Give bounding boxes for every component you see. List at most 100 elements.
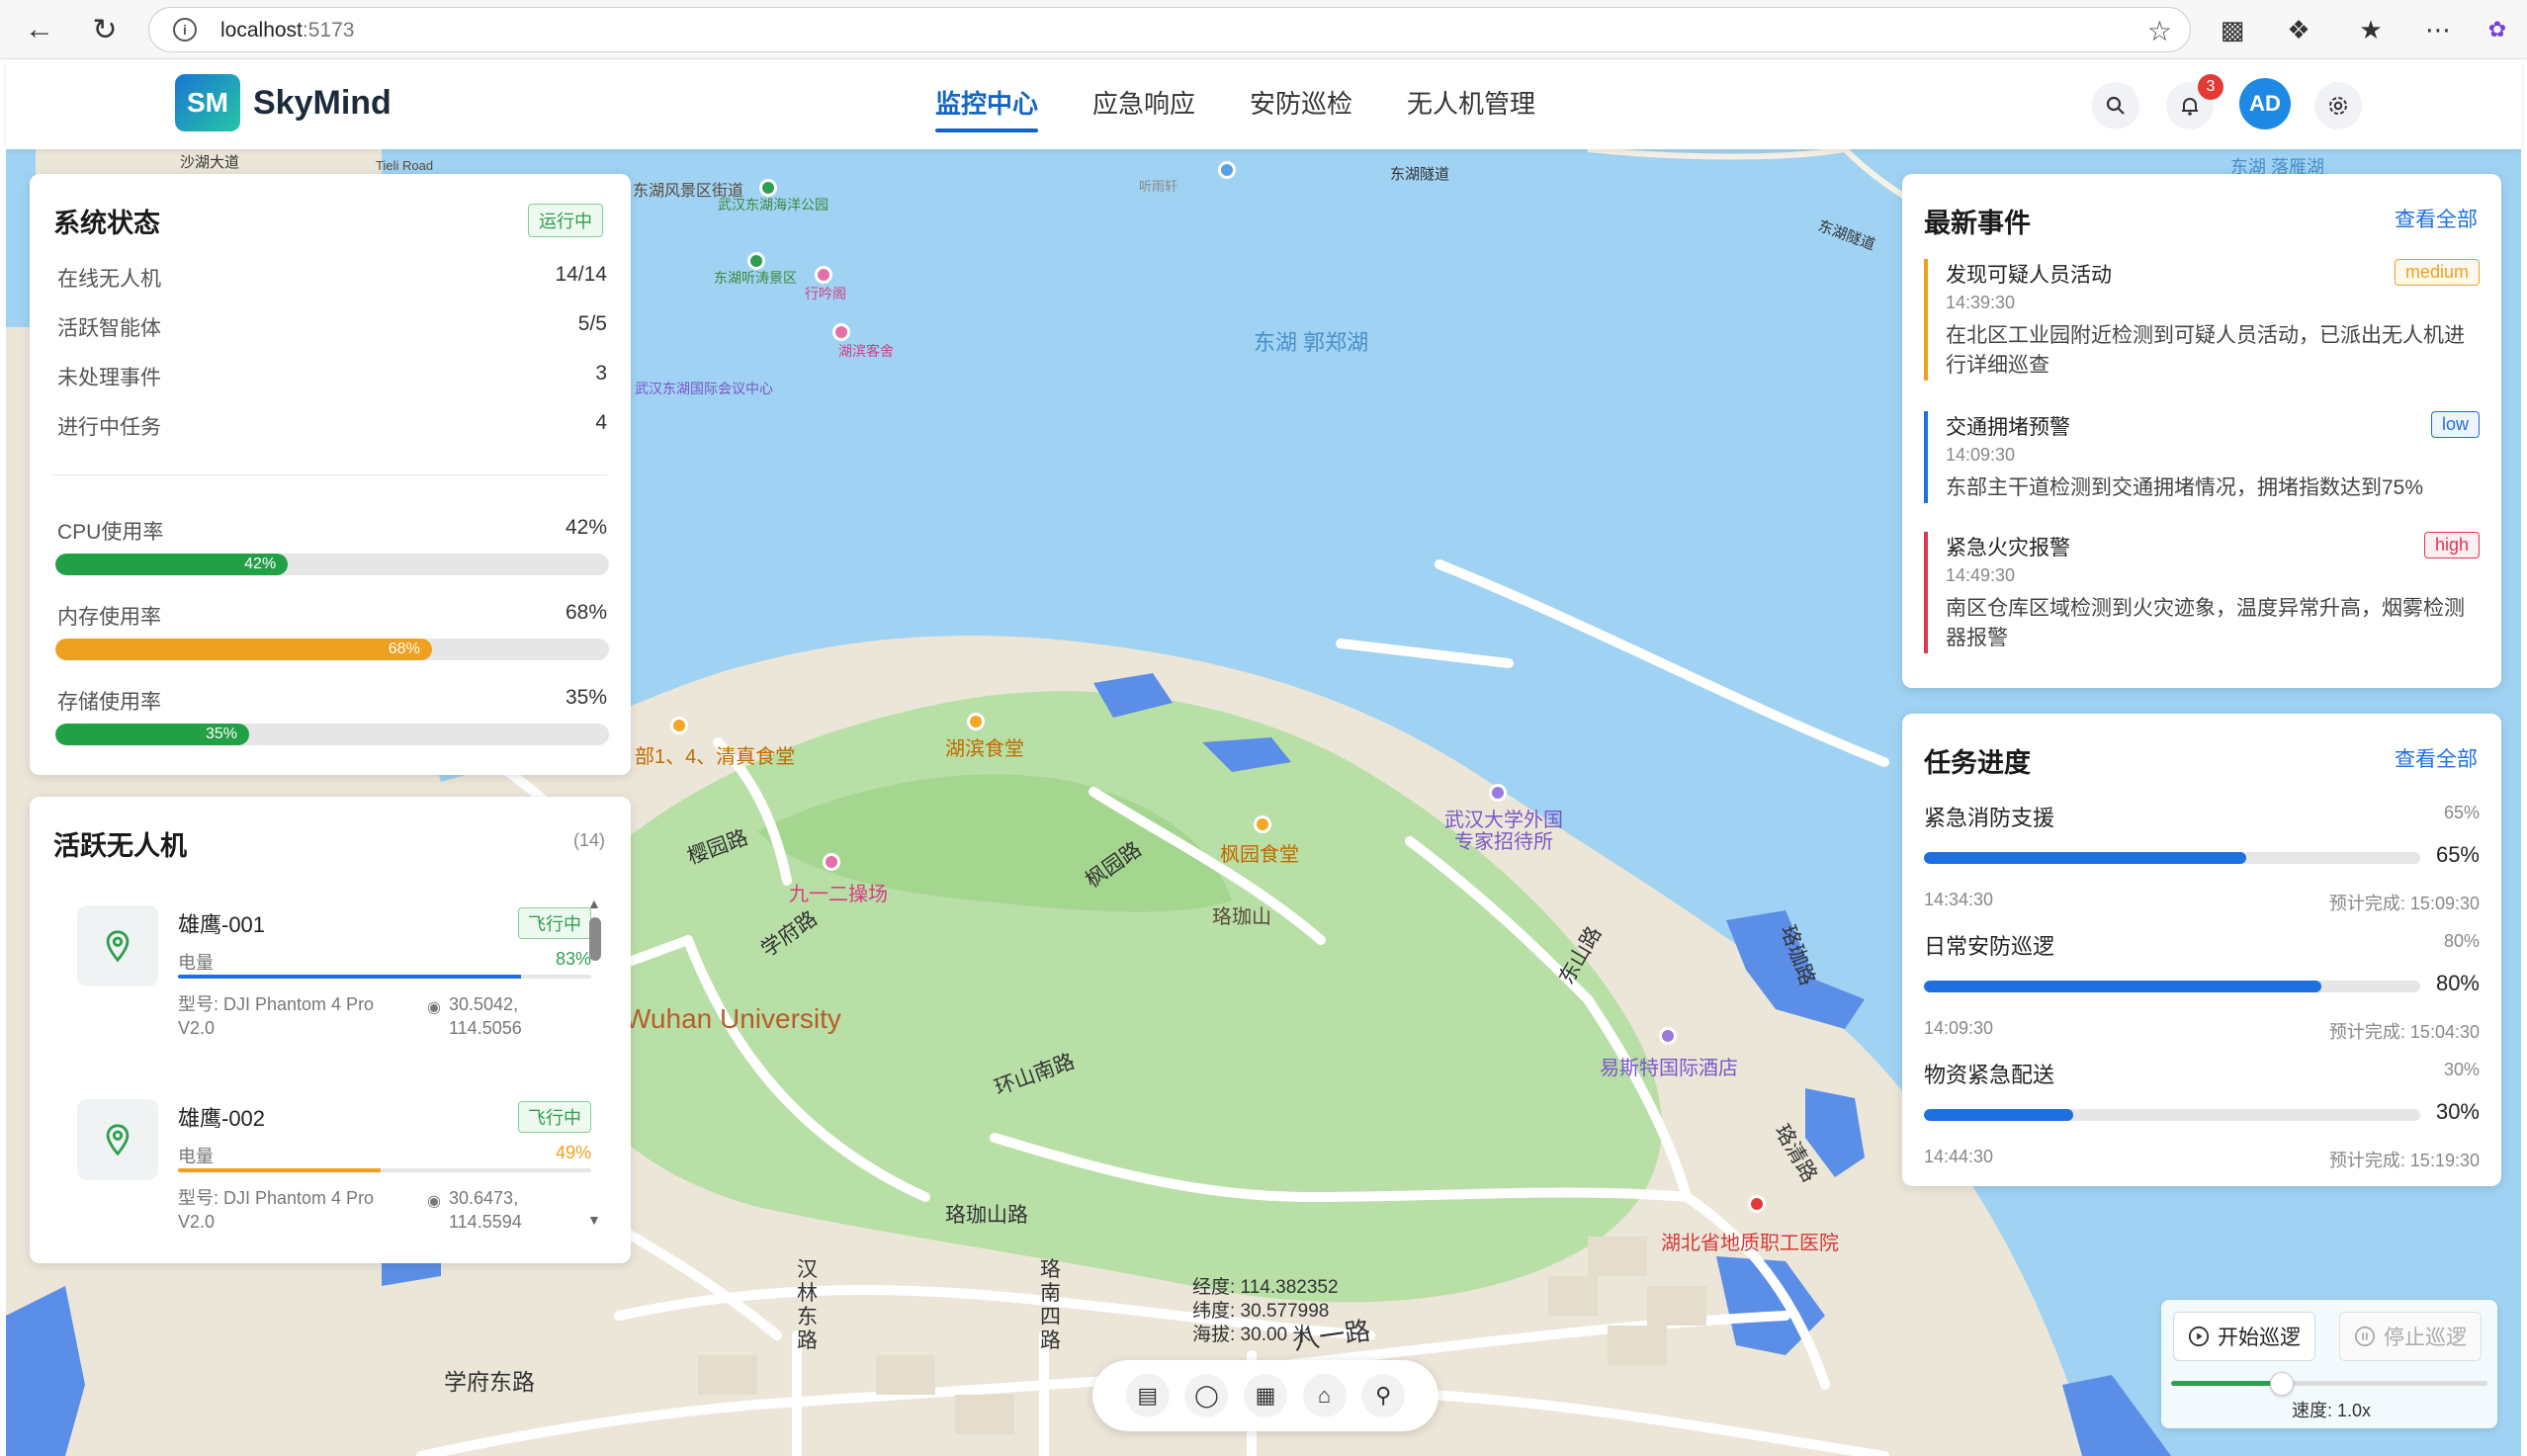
drone-card[interactable]: 雄鹰-002 飞行中 电量 49% 型号: DJI Phantom 4 Pro … <box>77 1089 591 1263</box>
light-button[interactable]: ◯ <box>1184 1374 1229 1417</box>
map-label-road-hanlin: 汉林东路 <box>797 1258 818 1352</box>
drone-card[interactable]: 雄鹰-001 飞行中 电量 83% 型号: DJI Phantom 4 Pro … <box>77 896 591 1073</box>
sports-marker-icon[interactable] <box>823 853 840 871</box>
memory-usage-row: 内存使用率 68% <box>57 601 607 629</box>
copilot-icon[interactable]: ✿ <box>2480 12 2515 47</box>
map-label-tunnel: 东湖隧道 <box>1390 166 1450 183</box>
storage-usage-bar: 35% <box>55 724 609 745</box>
task-percent-small: 65% <box>2443 803 2480 822</box>
attraction-marker-icon[interactable] <box>815 266 832 284</box>
site-info-icon[interactable]: i <box>173 18 197 42</box>
hotel-marker-icon[interactable] <box>1489 784 1507 802</box>
cpu-usage-bar: 42% <box>55 554 609 575</box>
nav-drone-management[interactable]: 无人机管理 <box>1407 84 1535 132</box>
layers-button[interactable]: ▤ <box>1125 1374 1170 1417</box>
notifications-button[interactable]: 3 <box>2166 74 2223 129</box>
restaurant-marker-icon[interactable] <box>1254 815 1271 833</box>
event-description: 东部主干道检测到交通拥堵情况，拥堵指数达到75% <box>1946 476 2424 499</box>
map-label-canteen-lake: 湖滨食堂 <box>945 738 1024 760</box>
url-text: localhost:5173 <box>220 19 355 42</box>
map-label-playground: 九一二操场 <box>789 884 888 905</box>
task-progress-bar <box>1924 852 2420 864</box>
map-label-hospital: 湖北省地质职工医院 <box>1661 1233 1839 1254</box>
hospital-marker-icon[interactable] <box>1748 1195 1766 1213</box>
map-toolbar: ▤ ◯ ▦ ⌂ ⚲ <box>1092 1360 1438 1431</box>
task-item[interactable]: 日常安防巡逻 80% 80% 14:09:30 预计完成: 15:04:30 <box>1924 929 2480 1053</box>
start-patrol-button[interactable]: 开始巡逻 <box>2173 1312 2315 1361</box>
task-percent: 65% <box>2435 842 2480 867</box>
reload-icon[interactable]: ↻ <box>87 12 123 47</box>
cpu-usage-row: CPU使用率 42% <box>57 516 607 544</box>
restaurant-marker-icon[interactable] <box>967 713 985 730</box>
event-level-badge: medium <box>2394 259 2480 286</box>
nav-monitor-center[interactable]: 监控中心 <box>935 84 1039 132</box>
extensions-icon[interactable]: ❖ <box>2281 12 2316 47</box>
drone-name: 雄鹰-001 <box>178 912 266 937</box>
event-time: 14:39:30 <box>1946 293 2016 312</box>
nav-security-patrol[interactable]: 安防巡检 <box>1250 84 1352 132</box>
scroll-up-arrow-icon[interactable]: ▲ <box>587 896 601 911</box>
scroll-down-arrow-icon[interactable]: ▼ <box>587 1212 601 1228</box>
search-icon <box>2106 96 2125 115</box>
view-all-events-link[interactable]: 查看全部 <box>2395 204 2478 233</box>
map-label-scenic-street: 东湖风景区街道 <box>633 183 744 200</box>
park-marker-icon[interactable] <box>747 252 765 270</box>
event-item[interactable]: 紧急火灾报警 14:49:30 南区仓库区域检测到火灾迹象，温度异常升高，烟雾检… <box>1924 532 2480 653</box>
restaurant-marker-icon[interactable] <box>670 717 688 734</box>
bookmark-star-icon[interactable]: ☆ <box>2147 15 2172 47</box>
task-item[interactable]: 物资紧急配送 30% 30% 14:44:30 预计完成: 15:19:30 <box>1924 1058 2480 1181</box>
pin-icon: ◉ <box>427 999 441 1016</box>
stat-row-online-drones: 在线无人机 14/14 <box>57 263 607 291</box>
park-marker-icon[interactable] <box>759 179 777 197</box>
drone-coordinates: ◉ 30.6473, 114.5594 <box>427 1188 522 1232</box>
locate-button[interactable]: ⚲ <box>1361 1374 1406 1417</box>
drone-model: 型号: DJI Phantom 4 Pro V2.0 <box>178 994 375 1038</box>
settings-button[interactable] <box>2314 82 2362 129</box>
favorites-icon[interactable]: ★ <box>2353 12 2389 47</box>
grid-button[interactable]: ▦ <box>1243 1374 1287 1417</box>
patrol-control: 开始巡逻 停止巡逻 速度: 1.0x <box>2161 1300 2497 1428</box>
map-label-ocean-park: 武汉东湖海洋公园 <box>718 197 828 213</box>
address-bar[interactable]: i localhost:5173 ☆ <box>148 7 2191 52</box>
drone-location-icon <box>77 905 158 986</box>
scrollbar-thumb[interactable] <box>589 917 601 961</box>
hotel-marker-icon[interactable] <box>1659 1027 1677 1045</box>
task-start-time: 14:34:30 <box>1924 890 1994 909</box>
search-button[interactable] <box>2092 82 2139 129</box>
drone-status-badge: 飞行中 <box>518 907 591 939</box>
weather-marker-icon[interactable] <box>1218 161 1236 179</box>
panel-title: 系统状态 <box>53 209 160 238</box>
speed-label: 速度: 1.0x <box>2292 1401 2372 1420</box>
speed-slider-thumb[interactable] <box>2270 1372 2294 1396</box>
stop-patrol-button[interactable]: 停止巡逻 <box>2339 1312 2482 1361</box>
event-time: 14:09:30 <box>1946 445 2016 465</box>
avatar[interactable]: AD <box>2239 78 2291 129</box>
task-progress-bar <box>1924 981 2420 992</box>
logo-text: SkyMind <box>253 84 392 122</box>
map-label-canteen-fengyuan: 枫园食堂 <box>1220 844 1299 866</box>
map-label-foreign-expert: 武汉大学外国专家招待所 <box>1444 810 1563 853</box>
event-time: 14:49:30 <box>1946 565 2016 585</box>
grid-icon: ▦ <box>1255 1383 1276 1408</box>
task-item[interactable]: 紧急消防支援 65% 65% 14:34:30 预计完成: 15:09:30 <box>1924 801 2480 924</box>
speed-slider[interactable] <box>2171 1372 2487 1396</box>
nav-emergency-response[interactable]: 应急响应 <box>1092 84 1195 132</box>
main-nav: 监控中心 应急响应 安防巡检 无人机管理 <box>935 84 1590 132</box>
split-screen-icon[interactable]: ▩ <box>2215 12 2250 47</box>
home-button[interactable]: ⌂ <box>1302 1374 1347 1417</box>
view-all-tasks-link[interactable]: 查看全部 <box>2395 743 2478 773</box>
back-arrow-icon[interactable]: ← <box>22 12 57 47</box>
task-progress-bar <box>1924 1109 2420 1121</box>
event-description: 在北区工业园附近检测到可疑人员活动，已派出无人机进行详细巡查 <box>1946 324 2465 377</box>
system-status-panel: 系统状态 运行中 在线无人机 14/14 活跃智能体 5/5 未处理事件 3 进行中任… <box>30 174 631 775</box>
event-item[interactable]: 交通拥堵预警 14:09:30 东部主干道检测到交通拥堵情况，拥堵指数达到75%… <box>1924 411 2480 503</box>
home-icon: ⌂ <box>1317 1383 1332 1408</box>
event-item[interactable]: 发现可疑人员活动 14:39:30 在北区工业园附近检测到可疑人员活动，已派出无… <box>1924 259 2480 381</box>
battery-bar <box>178 975 591 979</box>
map-label-hotel: 易斯特国际酒店 <box>1600 1058 1738 1079</box>
task-eta: 预计完成: 15:04:30 <box>2328 1022 2480 1042</box>
attraction-marker-icon[interactable] <box>832 323 850 341</box>
stat-row-active-agents: 活跃智能体 5/5 <box>57 312 607 340</box>
drone-model: 型号: DJI Phantom 4 Pro V2.0 <box>178 1188 375 1232</box>
more-menu-icon[interactable]: ⋯ <box>2420 12 2456 47</box>
